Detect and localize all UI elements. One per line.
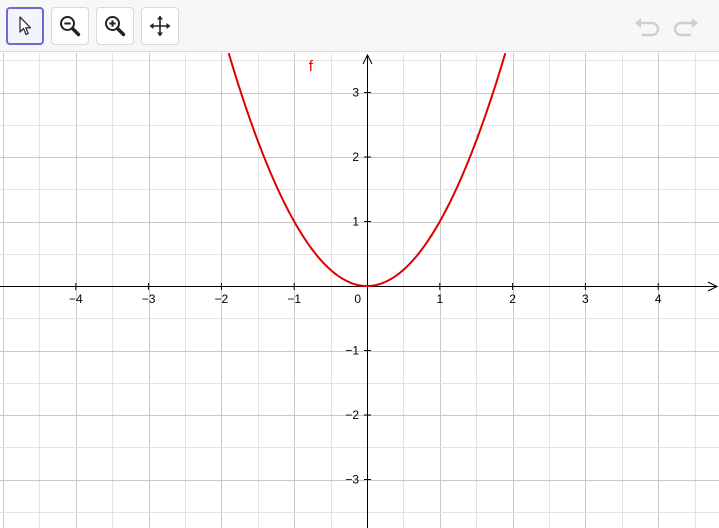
move-graphics-view-button[interactable]: [141, 7, 179, 45]
zoom-out-button[interactable]: [51, 7, 89, 45]
four-way-arrows-icon: [149, 15, 171, 37]
y-tick-label: −3: [345, 473, 359, 487]
x-tick-label: 3: [582, 292, 589, 306]
x-tick-label: 4: [655, 292, 662, 306]
undo-button[interactable]: [633, 14, 663, 40]
undo-icon: [635, 18, 660, 37]
x-tick-label: −3: [142, 292, 156, 306]
y-tick-label: 3: [352, 86, 359, 100]
y-tick-label: 1: [352, 215, 359, 229]
zoom-in-button[interactable]: [96, 7, 134, 45]
y-tick-label: 2: [352, 150, 359, 164]
x-tick-label: −2: [215, 292, 229, 306]
redo-button[interactable]: [670, 14, 700, 40]
pointer-arrow-icon: [19, 16, 32, 36]
toolbar: [0, 0, 719, 52]
y-tick-label: −1: [345, 344, 359, 358]
zoom-out-icon: [60, 16, 81, 37]
move-tool-button[interactable]: [6, 7, 44, 45]
x-tick-label: 2: [509, 292, 516, 306]
x-tick-label: 1: [436, 292, 443, 306]
x-tick-label: −1: [287, 292, 301, 306]
graphics-view[interactable]: −4 −3 −2 −1 0 1 2 3 4 −3 −2 −1 1 2 3 f: [0, 53, 719, 528]
zoom-in-icon: [105, 16, 126, 37]
plot-canvas[interactable]: −4 −3 −2 −1 0 1 2 3 4−3−2−1123f: [0, 53, 719, 528]
redo-icon: [673, 18, 698, 37]
x-tick-label: 0: [354, 292, 361, 306]
x-tick-label: −4: [69, 292, 83, 306]
y-tick-label: −2: [345, 408, 359, 422]
